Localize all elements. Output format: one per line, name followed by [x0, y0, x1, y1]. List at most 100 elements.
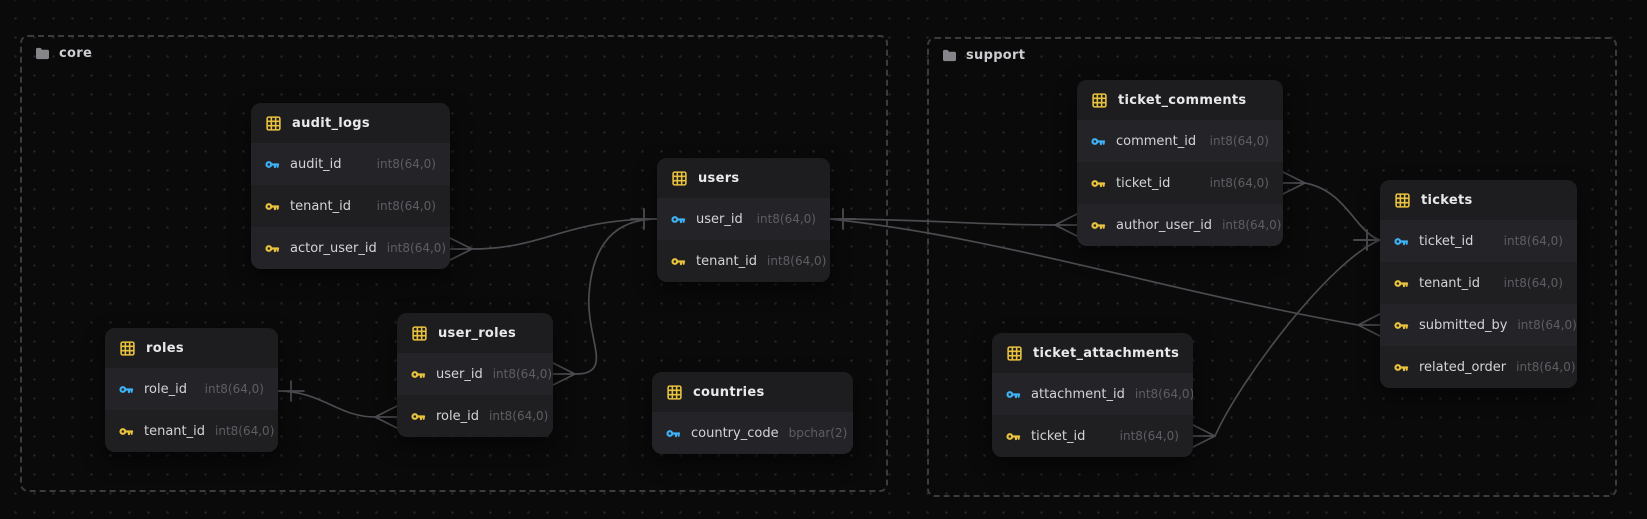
group-label[interactable]: support	[942, 48, 1025, 63]
table-header[interactable]: countries	[652, 372, 853, 412]
group-name: core	[59, 46, 93, 61]
table-icon	[412, 325, 427, 341]
group-label[interactable]: core	[35, 46, 92, 61]
field-row-tenant_id[interactable]: tenant_id int8(64,0)	[105, 410, 278, 452]
foreign-key-icon	[265, 199, 280, 214]
field-row-tenant_id[interactable]: tenant_id int8(64,0)	[1380, 262, 1577, 304]
field-row-audit_id[interactable]: audit_id int8(64,0)	[251, 143, 450, 185]
field-type: int8(64,0)	[1503, 234, 1563, 248]
field-name: tenant_id	[144, 423, 206, 439]
table-header[interactable]: user_roles	[397, 313, 553, 353]
field-name: attachment_id	[1031, 386, 1125, 402]
folder-icon	[35, 47, 50, 60]
table-header[interactable]: audit_logs	[251, 103, 450, 143]
field-name: comment_id	[1116, 133, 1197, 149]
field-type: int8(64,0)	[386, 241, 447, 255]
foreign-key-icon	[1394, 318, 1409, 333]
table-title: ticket_comments	[1118, 92, 1247, 108]
field-type: int8(64,0)	[756, 212, 816, 226]
field-name: tenant_id	[696, 253, 758, 269]
foreign-key-icon	[1091, 176, 1106, 191]
field-type: int8(64,0)	[492, 367, 553, 381]
table-audit_logs[interactable]: audit_logs audit_id int8(64,0) tenant_id int…	[251, 103, 450, 269]
field-name: user_id	[696, 211, 743, 227]
table-users[interactable]: users user_id int8(64,0) tenant_id int8(64,0…	[657, 158, 830, 282]
field-type: int8(64,0)	[1209, 176, 1269, 190]
table-title: user_roles	[438, 325, 517, 341]
field-type: int8(64,0)	[376, 157, 436, 171]
field-name: related_order	[1419, 359, 1507, 375]
table-user_roles[interactable]: user_roles user_id int8(64,0) role_id int8(6…	[397, 313, 553, 437]
field-row-actor_user_id[interactable]: actor_user_id int8(64,0)	[251, 227, 450, 269]
field-name: author_user_id	[1116, 217, 1213, 233]
field-name: ticket_id	[1419, 233, 1474, 249]
field-row-tenant_id[interactable]: tenant_id int8(64,0)	[657, 240, 830, 282]
field-type: int8(64,0)	[1516, 360, 1576, 374]
field-row-ticket_id[interactable]: ticket_id int8(64,0)	[1077, 162, 1283, 204]
field-name: actor_user_id	[290, 240, 377, 256]
folder-icon	[942, 49, 957, 62]
field-type: int8(64,0)	[1222, 218, 1282, 232]
foreign-key-icon	[1394, 360, 1409, 375]
table-icon	[1007, 345, 1022, 361]
field-type: int8(64,0)	[215, 424, 275, 438]
field-row-ticket_id[interactable]: ticket_id int8(64,0)	[1380, 220, 1577, 262]
table-icon	[1092, 92, 1107, 108]
primary-key-icon	[265, 157, 280, 172]
field-name: ticket_id	[1116, 175, 1171, 191]
field-name: role_id	[436, 408, 479, 424]
field-row-tenant_id[interactable]: tenant_id int8(64,0)	[251, 185, 450, 227]
field-name: user_id	[436, 366, 483, 382]
field-row-comment_id[interactable]: comment_id int8(64,0)	[1077, 120, 1283, 162]
table-icon	[667, 384, 682, 400]
table-title: ticket_attachments	[1033, 345, 1180, 361]
table-icon	[120, 340, 135, 356]
foreign-key-icon	[1006, 429, 1021, 444]
field-row-ticket_id[interactable]: ticket_id int8(64,0)	[992, 415, 1193, 457]
field-name: ticket_id	[1031, 428, 1086, 444]
table-header[interactable]: users	[657, 158, 830, 198]
field-row-country_code[interactable]: country_code bpchar(2)	[652, 412, 853, 454]
field-row-author_user_id[interactable]: author_user_id int8(64,0)	[1077, 204, 1283, 246]
table-ticket_comments[interactable]: ticket_comments comment_id int8(64,0) ticke…	[1077, 80, 1283, 246]
table-header[interactable]: roles	[105, 328, 278, 368]
primary-key-icon	[666, 426, 681, 441]
foreign-key-icon	[119, 424, 134, 439]
field-row-submitted_by[interactable]: submitted_by int8(64,0)	[1380, 304, 1577, 346]
foreign-key-icon	[671, 254, 686, 269]
foreign-key-icon	[1091, 218, 1106, 233]
table-header[interactable]: tickets	[1380, 180, 1577, 220]
field-type: int8(64,0)	[1209, 134, 1269, 148]
primary-key-icon	[119, 382, 134, 397]
table-header[interactable]: ticket_comments	[1077, 80, 1283, 120]
er-diagram-canvas[interactable]: core support audit_logs audit_id int8(64,0) t…	[0, 0, 1647, 519]
table-tickets[interactable]: tickets ticket_id int8(64,0) tenant_id int8(…	[1380, 180, 1577, 388]
field-row-related_order[interactable]: related_order int8(64,0)	[1380, 346, 1577, 388]
table-title: roles	[146, 340, 184, 356]
table-countries[interactable]: countries country_code bpchar(2)	[652, 372, 853, 454]
primary-key-icon	[1091, 134, 1106, 149]
field-type: int8(64,0)	[376, 199, 436, 213]
table-header[interactable]: ticket_attachments	[992, 333, 1193, 373]
foreign-key-icon	[1394, 276, 1409, 291]
field-name: tenant_id	[1419, 275, 1481, 291]
field-row-user_id[interactable]: user_id int8(64,0)	[397, 353, 553, 395]
field-row-role_id[interactable]: role_id int8(64,0)	[105, 368, 278, 410]
table-title: countries	[693, 384, 765, 400]
foreign-key-icon	[265, 241, 280, 256]
field-row-attachment_id[interactable]: attachment_id int8(64,0)	[992, 373, 1193, 415]
table-title: tickets	[1421, 192, 1473, 208]
table-icon	[672, 170, 687, 186]
field-type: int8(64,0)	[489, 409, 549, 423]
field-type: int8(64,0)	[767, 254, 827, 268]
field-type: bpchar(2)	[788, 426, 848, 440]
field-type: int8(64,0)	[1503, 276, 1563, 290]
table-roles[interactable]: roles role_id int8(64,0) tenant_id int8(64,0…	[105, 328, 278, 452]
table-title: audit_logs	[292, 115, 370, 131]
table-icon	[266, 115, 281, 131]
table-ticket_attachments[interactable]: ticket_attachments attachment_id int8(64,0…	[992, 333, 1193, 457]
field-row-role_id[interactable]: role_id int8(64,0)	[397, 395, 553, 437]
foreign-key-icon	[411, 367, 426, 382]
field-type: int8(64,0)	[1517, 318, 1577, 332]
field-row-user_id[interactable]: user_id int8(64,0)	[657, 198, 830, 240]
